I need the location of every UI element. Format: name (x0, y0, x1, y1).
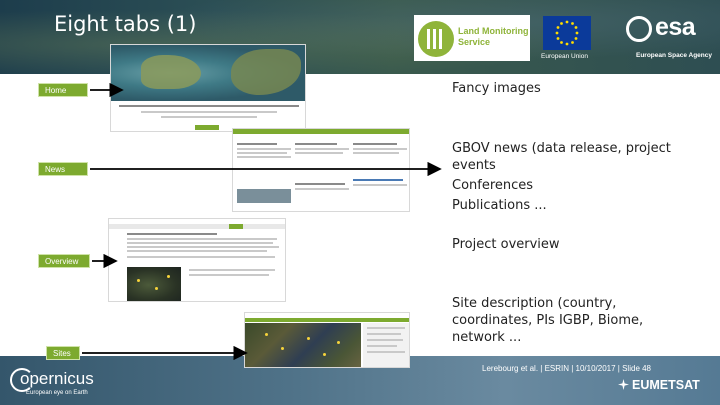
connector-arrows (82, 82, 442, 361)
slide: Eight tabs (1) Land Monitoring Service E… (0, 0, 720, 405)
